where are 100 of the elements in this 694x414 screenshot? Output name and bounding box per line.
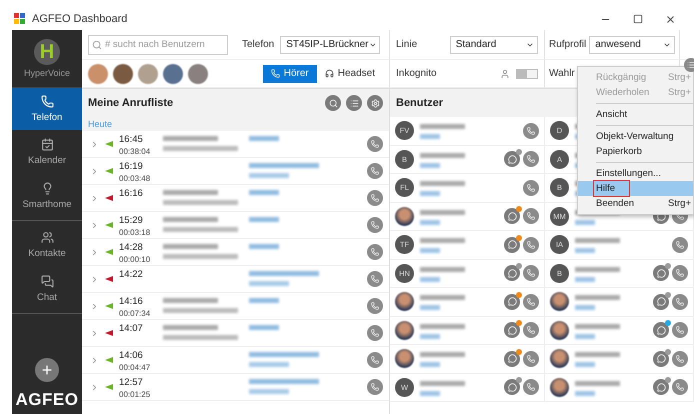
expand-icon[interactable] bbox=[90, 275, 99, 284]
call-row[interactable]: 14:22 bbox=[82, 266, 389, 293]
chat-button[interactable] bbox=[504, 294, 520, 310]
call-button[interactable] bbox=[523, 379, 539, 396]
call-button[interactable] bbox=[523, 350, 539, 367]
user-photo[interactable] bbox=[113, 64, 133, 84]
field-label: Inkognito bbox=[396, 68, 438, 79]
call-button[interactable] bbox=[523, 294, 539, 310]
sidebar-item[interactable]: Kalender bbox=[12, 130, 82, 174]
search-icon[interactable] bbox=[325, 95, 341, 111]
chat-button[interactable] bbox=[504, 350, 520, 367]
phone-select[interactable]: ST45IP-LBrückner bbox=[280, 36, 380, 54]
call-button[interactable] bbox=[523, 151, 539, 168]
incognito-switch[interactable] bbox=[516, 68, 538, 78]
menu-icon[interactable] bbox=[684, 58, 694, 72]
profile-select[interactable]: anwesend bbox=[589, 36, 675, 54]
expand-icon[interactable] bbox=[90, 356, 99, 365]
call-button[interactable] bbox=[367, 163, 383, 179]
add-button[interactable]: + bbox=[35, 358, 59, 382]
expand-icon[interactable] bbox=[90, 383, 99, 392]
search-field[interactable]: # sucht nach Benutzern bbox=[88, 34, 228, 54]
audio-tab[interactable]: Hörer bbox=[262, 64, 317, 82]
user-photo[interactable] bbox=[163, 64, 183, 84]
expand-icon[interactable] bbox=[90, 221, 99, 230]
menu-item[interactable]: Hilfe bbox=[578, 181, 693, 196]
call-button[interactable] bbox=[367, 352, 383, 368]
call-button[interactable] bbox=[672, 322, 688, 338]
chat-button[interactable] bbox=[653, 294, 669, 310]
sidebar-item[interactable]: Smarthome bbox=[12, 174, 82, 218]
chat-button[interactable] bbox=[653, 322, 669, 338]
call-button[interactable] bbox=[672, 236, 688, 253]
chat-button[interactable] bbox=[653, 265, 669, 282]
settings-icon[interactable] bbox=[367, 95, 383, 111]
speech-bubble-icon bbox=[508, 154, 516, 164]
call-row[interactable]: 14:07 bbox=[82, 320, 389, 347]
call-button[interactable] bbox=[367, 325, 383, 341]
call-row[interactable]: 14:28 00:00:10 bbox=[82, 239, 389, 266]
maximize-icon[interactable] bbox=[633, 14, 643, 24]
user-photo[interactable] bbox=[188, 64, 208, 84]
user-photo[interactable] bbox=[88, 64, 108, 84]
phone-icon bbox=[676, 269, 684, 278]
speech-bubble-icon bbox=[508, 382, 516, 392]
menu-item[interactable]: Einstellungen... bbox=[578, 166, 693, 181]
call-button[interactable] bbox=[367, 190, 383, 206]
expand-icon[interactable] bbox=[90, 329, 99, 338]
call-button[interactable] bbox=[523, 236, 539, 253]
call-duration: 00:03:48 bbox=[119, 174, 152, 183]
call-button[interactable] bbox=[367, 217, 383, 233]
call-row[interactable]: 14:16 00:07:34 bbox=[82, 293, 389, 320]
sidebar-item[interactable]: Telefon bbox=[12, 88, 82, 130]
chat-button[interactable] bbox=[653, 379, 669, 396]
expand-icon[interactable] bbox=[90, 140, 99, 149]
expand-icon[interactable] bbox=[90, 167, 99, 176]
field-label: Telefon bbox=[242, 39, 274, 50]
expand-icon[interactable] bbox=[90, 248, 99, 257]
close-icon[interactable] bbox=[665, 14, 676, 24]
chat-button[interactable] bbox=[653, 350, 669, 367]
menu-item[interactable]: Ansicht bbox=[578, 107, 693, 122]
call-button[interactable] bbox=[523, 122, 539, 139]
list-icon[interactable] bbox=[346, 95, 362, 111]
sidebar-item[interactable]: Kontakte bbox=[12, 223, 82, 267]
call-button[interactable] bbox=[367, 136, 383, 152]
call-button[interactable] bbox=[672, 265, 688, 282]
chat-button[interactable] bbox=[504, 322, 520, 338]
call-button[interactable] bbox=[367, 298, 383, 314]
call-button[interactable] bbox=[523, 265, 539, 282]
call-button[interactable] bbox=[672, 379, 688, 396]
expand-icon[interactable] bbox=[90, 194, 99, 203]
chat-button[interactable] bbox=[504, 265, 520, 282]
call-row[interactable]: 15:29 00:03:18 bbox=[82, 212, 389, 239]
call-button[interactable] bbox=[523, 180, 539, 196]
day-heading: Heute bbox=[82, 117, 389, 131]
chat-button[interactable] bbox=[504, 236, 520, 253]
app-logo-icon bbox=[14, 13, 26, 25]
profile-name: HyperVoice bbox=[24, 68, 70, 78]
direction-icon bbox=[105, 222, 113, 228]
chat-button[interactable] bbox=[504, 379, 520, 396]
user-photo bbox=[550, 378, 569, 397]
menu-item[interactable]: Objekt-Verwaltung bbox=[578, 129, 693, 144]
call-row[interactable]: 12:57 00:01:25 bbox=[82, 374, 389, 401]
menu-item[interactable]: Papierkorb bbox=[578, 144, 693, 159]
blurred-number bbox=[249, 323, 279, 330]
call-button[interactable] bbox=[672, 294, 688, 310]
call-button[interactable] bbox=[367, 271, 383, 287]
call-button[interactable] bbox=[523, 322, 539, 338]
line-select[interactable]: Standard bbox=[450, 36, 538, 54]
blurred-user bbox=[420, 150, 465, 168]
profile-avatar[interactable]: H bbox=[34, 39, 60, 65]
expand-icon[interactable] bbox=[90, 302, 99, 311]
call-row[interactable]: 16:45 00:38:04 bbox=[82, 131, 389, 158]
chat-button[interactable] bbox=[504, 151, 520, 168]
call-row[interactable]: 14:06 00:04:47 bbox=[82, 347, 389, 374]
call-row[interactable]: 16:19 00:03:48 bbox=[82, 158, 389, 185]
chat-button[interactable] bbox=[504, 208, 520, 224]
call-button[interactable] bbox=[523, 208, 539, 224]
call-button[interactable] bbox=[367, 244, 383, 260]
call-button[interactable] bbox=[367, 379, 383, 395]
call-button[interactable] bbox=[672, 350, 688, 367]
call-row[interactable]: 16:16 bbox=[82, 185, 389, 212]
sidebar-item[interactable]: Chat bbox=[12, 267, 82, 311]
